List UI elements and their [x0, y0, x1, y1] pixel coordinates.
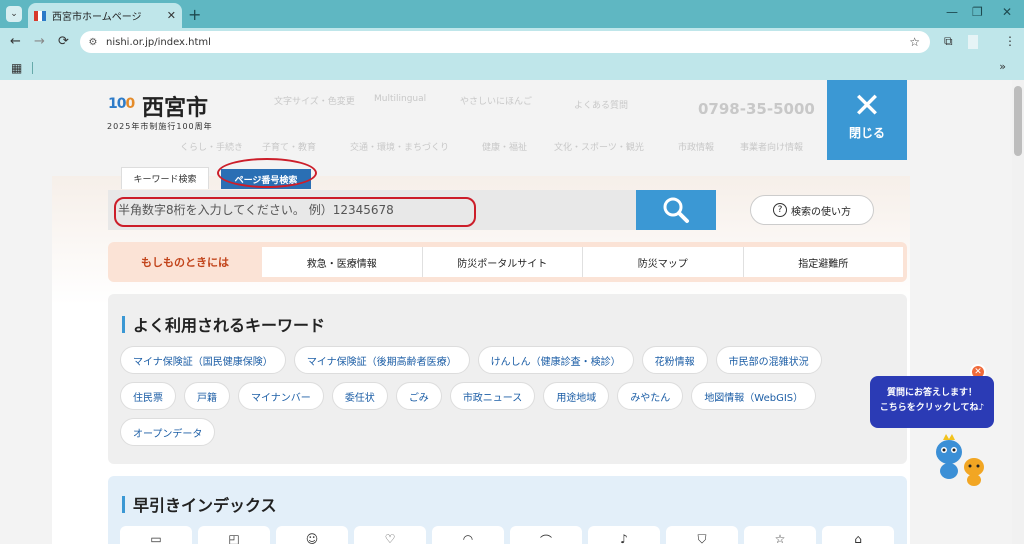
- keyword-chip[interactable]: けんしん（健康診査・検診）: [477, 346, 634, 374]
- site-title[interactable]: 西宮市: [142, 90, 208, 122]
- tab-menu-icon[interactable]: ⌄: [6, 6, 22, 22]
- section-accent-bar: [122, 495, 125, 513]
- emergency-bar: もしものときには 救急・医療情報 防災ポータルサイト 防災マップ 指定避難所: [108, 242, 907, 282]
- index-tile-icon[interactable]: ☺: [276, 526, 348, 544]
- keyword-chip[interactable]: オープンデータ: [120, 418, 216, 446]
- keyword-chip[interactable]: マイナ保険証（国民健康保険）: [120, 346, 286, 374]
- chatbot-bubble[interactable]: 質問にお答えします！ こちらをクリックしてね♪: [870, 376, 994, 428]
- close-label: 閉じる: [848, 126, 885, 140]
- keyword-chip[interactable]: 戸籍: [184, 382, 230, 410]
- profile-icon[interactable]: [968, 35, 978, 49]
- nav-item-2[interactable]: 交通・環境・まちづくり: [350, 140, 449, 153]
- bookmark-bar: ▦ »: [0, 56, 1024, 80]
- search-bar: [108, 190, 716, 230]
- bookmark-separator: [32, 62, 33, 74]
- search-howto-label: 検索の使い方: [791, 206, 851, 218]
- site-favicon-icon: [34, 10, 46, 21]
- emergency-link-shelters[interactable]: 指定避難所: [742, 247, 904, 277]
- quick-index-panel: 早引きインデックス ▭ ◰ ☺ ♡ ◠ ⌒ ♪ ⛉ ☆ ⌂: [108, 476, 907, 544]
- chat-line-2: こちらをクリックしてね♪: [879, 403, 985, 413]
- keyword-chips: マイナ保険証（国民健康保険） マイナ保険証（後期高齢者医療） けんしん（健康診査…: [120, 346, 880, 446]
- page-number-input[interactable]: [108, 190, 636, 230]
- index-tile-icon[interactable]: ♡: [354, 526, 426, 544]
- extensions-icon[interactable]: ⧉: [944, 34, 953, 49]
- index-tile-icon[interactable]: ◰: [198, 526, 270, 544]
- search-howto-button[interactable]: ? 検索の使い方: [750, 195, 874, 225]
- keyword-chip[interactable]: マイナンバー: [238, 382, 324, 410]
- popular-keywords-title: よく利用されるキーワード: [122, 312, 325, 336]
- mascot-companion-icon[interactable]: [962, 456, 986, 486]
- browser-tab[interactable]: 西宮市ホームページ ✕: [28, 3, 182, 28]
- keyword-chip[interactable]: 用途地域: [543, 382, 610, 410]
- emergency-link-medical[interactable]: 救急・医療情報: [262, 247, 422, 277]
- header-link-easyjapanese[interactable]: やさしいにほんご: [460, 94, 532, 107]
- index-tile-icon[interactable]: ♪: [588, 526, 660, 544]
- browser-menu-icon[interactable]: ⋮: [1004, 34, 1016, 48]
- emergency-link-disaster-map[interactable]: 防災マップ: [582, 247, 743, 277]
- nav-item-5[interactable]: 市政情報: [678, 140, 714, 153]
- window-close-icon[interactable]: ✕: [1002, 5, 1012, 19]
- nav-item-0[interactable]: くらし・手続き: [180, 140, 243, 153]
- emergency-link-disaster-portal[interactable]: 防災ポータルサイト: [421, 247, 583, 277]
- site-info-icon[interactable]: ⚙: [86, 35, 100, 49]
- nav-item-1[interactable]: 子育て・教育: [262, 140, 316, 153]
- search-icon: [663, 197, 689, 223]
- keyword-chip[interactable]: ごみ: [395, 382, 442, 410]
- mascot-miyatan-icon[interactable]: [934, 434, 964, 480]
- keyword-chip[interactable]: 委任状: [331, 382, 388, 410]
- index-tile-icon[interactable]: ▭: [120, 526, 192, 544]
- keyword-chip[interactable]: 花粉情報: [641, 346, 708, 374]
- forward-icon[interactable]: →: [34, 34, 45, 49]
- index-tile-icon[interactable]: ☆: [744, 526, 816, 544]
- maximize-icon[interactable]: ❐: [972, 5, 983, 19]
- site-subtitle: 2025年市制施行100周年: [107, 122, 213, 131]
- quick-index-tiles: ▭ ◰ ☺ ♡ ◠ ⌒ ♪ ⛉ ☆ ⌂: [120, 526, 894, 544]
- popular-keywords-panel: よく利用されるキーワード マイナ保険証（国民健康保険） マイナ保険証（後期高齢者…: [108, 294, 907, 464]
- section-accent-bar: [122, 315, 125, 333]
- quick-index-title: 早引きインデックス: [122, 492, 277, 516]
- centennial-logo-icon: 100: [108, 96, 135, 112]
- index-tile-icon[interactable]: ◠: [432, 526, 504, 544]
- nav-item-4[interactable]: 文化・スポーツ・観光: [554, 140, 644, 153]
- keyword-chip[interactable]: 地図情報（WebGIS）: [691, 382, 817, 410]
- chat-line-1: 質問にお答えします！: [886, 388, 977, 398]
- index-tile-icon[interactable]: ⛉: [666, 526, 738, 544]
- emergency-links: 救急・医療情報 防災ポータルサイト 防災マップ 指定避難所: [262, 247, 903, 277]
- address-bar[interactable]: ⚙ nishi.or.jp/index.html ☆: [80, 31, 930, 53]
- scrollbar-thumb[interactable]: [1014, 86, 1022, 156]
- keyword-chip[interactable]: 市政ニュース: [449, 382, 536, 410]
- back-icon[interactable]: ←: [10, 34, 21, 49]
- nav-item-3[interactable]: 健康・福祉: [482, 140, 527, 153]
- tab-close-icon[interactable]: ✕: [167, 9, 176, 22]
- header-link-multilingual[interactable]: Multilingual: [374, 94, 426, 104]
- browser-toolbar: ← → ⟳ ⚙ nishi.or.jp/index.html ☆ ⧉ ⋮: [0, 28, 1024, 56]
- close-menu-button[interactable]: ✕ 閉じる: [827, 80, 907, 160]
- apps-grid-icon[interactable]: ▦: [11, 61, 22, 75]
- header-phone: 0798-35-5000: [698, 100, 815, 118]
- minimize-icon[interactable]: —: [946, 5, 958, 19]
- header-link-textsize[interactable]: 文字サイズ・色変更: [274, 94, 355, 107]
- page-viewport: 100 西宮市 2025年市制施行100周年 文字サイズ・色変更 Multili…: [0, 80, 1024, 544]
- header-link-faq[interactable]: よくある質問: [574, 98, 628, 111]
- tab-title: 西宮市ホームページ: [52, 12, 142, 23]
- index-tile-icon[interactable]: ⌒: [510, 526, 582, 544]
- url-text[interactable]: nishi.or.jp/index.html: [106, 37, 909, 48]
- question-icon: ?: [773, 203, 787, 217]
- tab-page-number-search[interactable]: ページ番号検索: [221, 169, 311, 189]
- keyword-chip[interactable]: マイナ保険証（後期高齢者医療）: [293, 346, 470, 374]
- bookmark-more-icon[interactable]: »: [999, 60, 1006, 73]
- page-scrollbar[interactable]: [1012, 80, 1024, 544]
- new-tab-button[interactable]: +: [188, 5, 201, 24]
- reload-icon[interactable]: ⟳: [58, 34, 69, 49]
- nav-item-6[interactable]: 事業者向け情報: [740, 140, 803, 153]
- keyword-chip[interactable]: 住民票: [120, 382, 176, 410]
- index-tile-icon[interactable]: ⌂: [822, 526, 894, 544]
- bookmark-star-icon[interactable]: ☆: [909, 35, 920, 49]
- keyword-chip[interactable]: みやたん: [617, 382, 684, 410]
- search-button[interactable]: [636, 190, 716, 230]
- tab-keyword-search[interactable]: キーワード検索: [121, 167, 209, 189]
- emergency-title: もしものときには: [141, 256, 229, 269]
- keyword-chip[interactable]: 市民部の混雑状況: [715, 346, 822, 374]
- browser-tabbar: ⌄ 西宮市ホームページ ✕ + — ❐ ✕: [0, 0, 1024, 28]
